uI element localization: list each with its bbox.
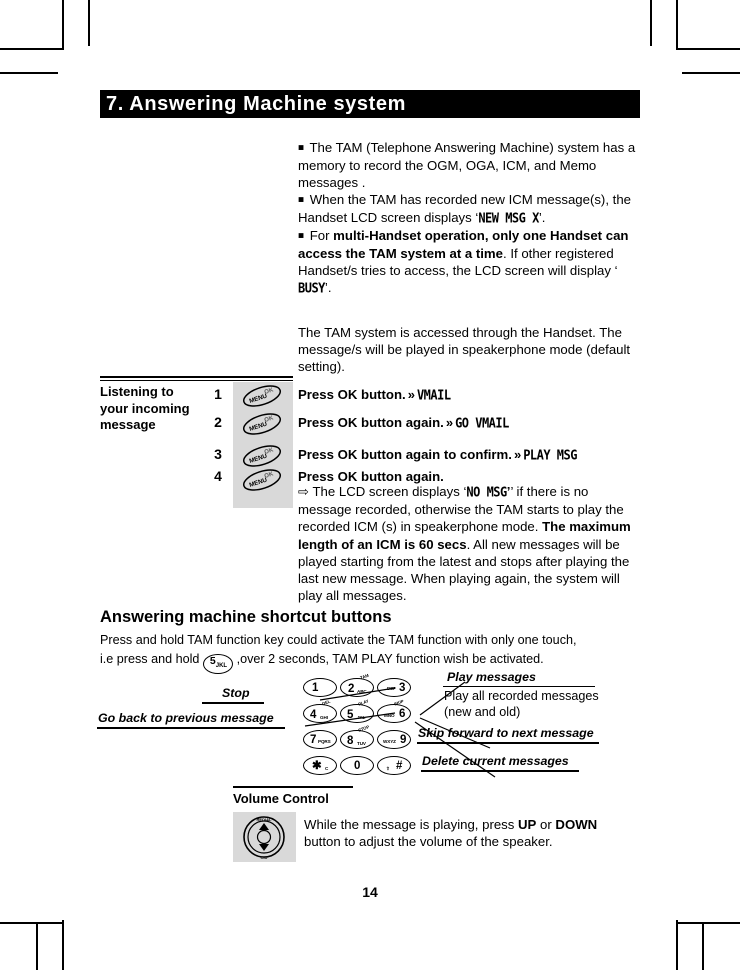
callout-go-back: Go back to previous message bbox=[98, 711, 274, 725]
crop-mark bbox=[36, 924, 38, 970]
step-arrow: » bbox=[445, 415, 454, 430]
procedure-title: Listening to your incoming message bbox=[100, 384, 190, 432]
lcd-text-play-msg: PLAY MSG bbox=[523, 447, 577, 463]
volume-control-description: While the message is playing, press UP o… bbox=[304, 816, 634, 850]
lcd-text-go-vmail: GO VMAIL bbox=[455, 415, 509, 431]
svg-text:CID: CID bbox=[261, 855, 268, 860]
ok-menu-button-icon: OK MENU bbox=[240, 411, 284, 437]
intro-bullet-2-tail: ’. bbox=[538, 209, 546, 225]
callout-stop: Stop bbox=[222, 686, 250, 700]
ok-menu-button-icon: OK MENU bbox=[240, 383, 284, 409]
crop-mark bbox=[88, 0, 90, 46]
crop-mark bbox=[702, 924, 704, 970]
callout-skip-forward-rule bbox=[417, 742, 599, 744]
callout-play-messages: Play messages bbox=[447, 670, 536, 684]
manual-page: 7. Answering Machine system ■ The TAM (T… bbox=[0, 0, 740, 970]
ok-menu-button-icon: OK MENU bbox=[240, 467, 284, 493]
svg-text:REDIAL: REDIAL bbox=[257, 817, 272, 822]
shortcut-heading: Answering machine shortcut buttons bbox=[100, 608, 392, 626]
volume-icon-panel: REDIAL CID bbox=[233, 812, 296, 862]
bullet-square-icon: ■ bbox=[298, 142, 307, 154]
step-number: 4 bbox=[214, 468, 222, 484]
intro-bullet-2-text: When the TAM has recorded new ICM messag… bbox=[298, 192, 631, 225]
intro-bullet-1-text: The TAM (Telephone Answering Machine) sy… bbox=[298, 140, 636, 190]
crop-mark bbox=[62, 920, 64, 970]
step-instruction: Press OK button again to confirm.» PLAY M… bbox=[298, 447, 577, 463]
crop-mark bbox=[676, 0, 678, 50]
volume-up-label: UP bbox=[518, 817, 537, 832]
step-instruction-text: Press OK button again. bbox=[298, 469, 444, 484]
step4-description: ⇨ The LCD screen displays ‘NO MSG’’ if t… bbox=[298, 483, 644, 604]
step-instruction-text: Press OK button again. bbox=[298, 415, 444, 430]
callout-stop-rule bbox=[202, 702, 264, 704]
crop-mark bbox=[676, 922, 740, 924]
step-instruction-text: Press OK button. bbox=[298, 387, 406, 402]
step-instruction: Press OK button.» VMAIL bbox=[298, 387, 451, 403]
step-arrow: » bbox=[407, 387, 415, 402]
crop-mark bbox=[650, 0, 652, 46]
step4-text-1: The LCD screen displays ‘ bbox=[309, 484, 467, 499]
crop-mark bbox=[0, 72, 58, 74]
volume-text-1: While the message is playing, press bbox=[304, 817, 519, 832]
intro-bullets: ■ The TAM (Telephone Answering Machine) … bbox=[298, 139, 642, 297]
step-number: 3 bbox=[214, 446, 222, 462]
chapter-title-bar: 7. Answering Machine system bbox=[100, 90, 640, 118]
volume-or: or bbox=[536, 817, 556, 832]
step-arrow: » bbox=[513, 447, 522, 462]
crop-mark bbox=[682, 72, 740, 74]
callout-delete-current-rule bbox=[421, 770, 579, 772]
page-number: 14 bbox=[362, 884, 378, 900]
volume-control-title: Volume Control bbox=[233, 791, 329, 806]
intro-bullet-1: ■ The TAM (Telephone Answering Machine) … bbox=[298, 139, 642, 191]
shortcut-line-1: Press and hold TAM function key could ac… bbox=[100, 633, 577, 647]
crop-mark bbox=[62, 0, 64, 50]
step-instruction: Press OK button again.» GO VMAIL bbox=[298, 415, 509, 431]
volume-text-2: button to adjust the volume of the speak… bbox=[304, 834, 553, 850]
crop-mark bbox=[676, 920, 678, 970]
chapter-title: 7. Answering Machine system bbox=[106, 93, 406, 115]
bullet-square-icon: ■ bbox=[298, 194, 307, 206]
lcd-text-vmail: VMAIL bbox=[416, 387, 451, 403]
volume-section-rule bbox=[233, 786, 353, 788]
callout-go-back-rule bbox=[97, 727, 285, 729]
table-top-rule-thin bbox=[100, 380, 293, 381]
arrow-right-icon: ⇨ bbox=[298, 484, 310, 499]
intro-bullet-3: ■ For multi-Handset operation, only one … bbox=[298, 227, 642, 297]
intro-bullet-3-tail: ’. bbox=[324, 280, 332, 296]
callout-play-messages-desc: Play all recorded messages (new and old) bbox=[444, 689, 599, 719]
bullet-square-icon: ■ bbox=[298, 230, 307, 242]
intro-bullet-2: ■ When the TAM has recorded new ICM mess… bbox=[298, 191, 642, 227]
intro-bullet-3-lead: For bbox=[309, 228, 334, 244]
table-top-rule bbox=[100, 376, 293, 378]
lcd-text-new-msg: NEW MSG X bbox=[478, 209, 539, 226]
step-instruction-text: Press OK button again to confirm. bbox=[298, 447, 512, 462]
volume-down-label: DOWN bbox=[555, 817, 598, 832]
lcd-text-no-msg: NO MSG bbox=[466, 484, 507, 500]
crop-mark bbox=[0, 922, 64, 924]
navigation-pad-icon: REDIAL CID bbox=[243, 816, 285, 860]
access-paragraph: The TAM system is accessed through the H… bbox=[298, 325, 631, 375]
ok-menu-button-icon: OK MENU bbox=[240, 443, 284, 469]
step-number: 2 bbox=[214, 414, 222, 430]
callout-delete-current: Delete current messages bbox=[422, 754, 569, 768]
step-number: 1 bbox=[214, 386, 222, 402]
callout-skip-forward: Skip forward to next message bbox=[418, 726, 594, 740]
crop-mark bbox=[0, 48, 64, 50]
lcd-text-busy: BUSY bbox=[298, 280, 325, 296]
step-instruction: Press OK button again. bbox=[298, 469, 444, 484]
crop-mark bbox=[676, 48, 740, 50]
